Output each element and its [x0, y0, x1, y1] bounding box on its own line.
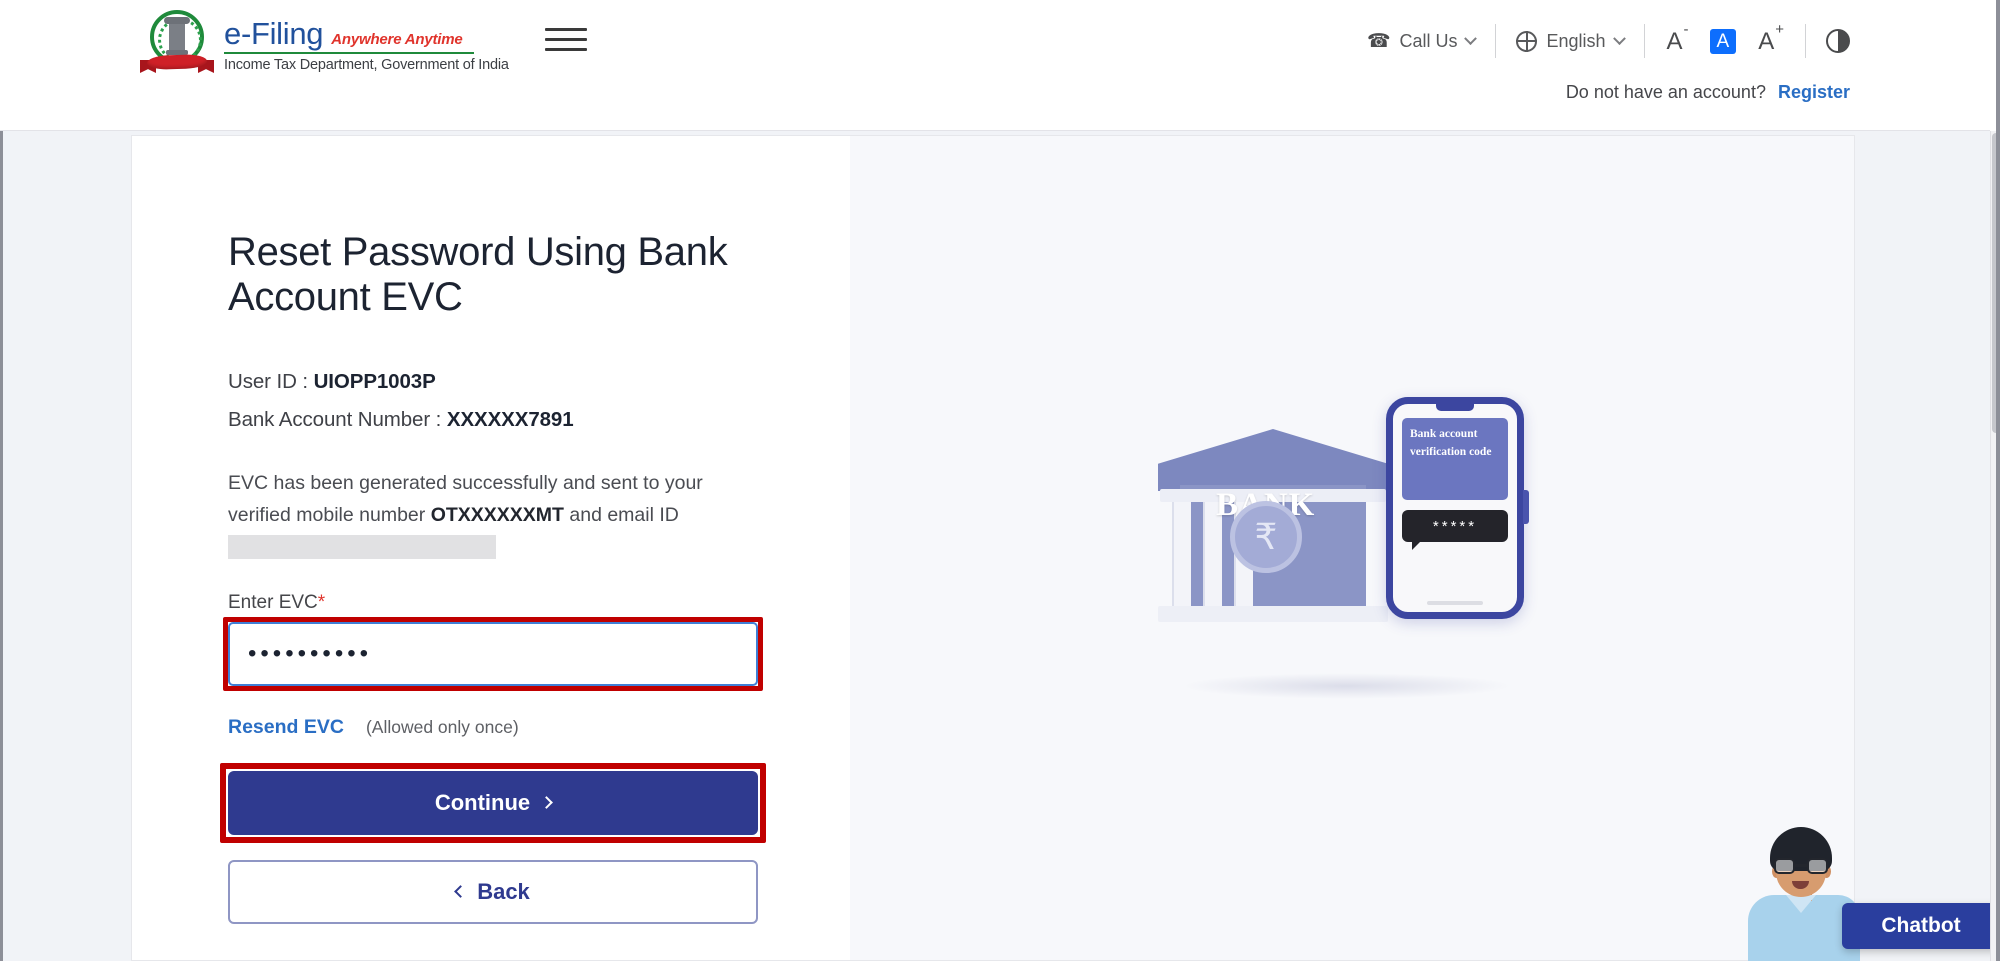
evc-input[interactable]: [228, 621, 758, 686]
user-id-label: User ID :: [228, 370, 308, 394]
font-increase-button[interactable]: A+: [1758, 22, 1784, 54]
header-secondary-row: Do not have an account? Register: [1566, 82, 1850, 103]
account-prompt-text: Do not have an account?: [1565, 82, 1766, 102]
site-header: e-Filing Anywhere Anytime Income Tax Dep…: [0, 0, 1990, 131]
brand-name: e-Filing: [224, 15, 324, 51]
window-left-edge: [0, 131, 3, 961]
evc-sent-message: EVC has been generated successfully and …: [228, 468, 758, 559]
content-card: Reset Password Using Bank Account EVC Us…: [131, 135, 1855, 961]
chevron-left-icon: [454, 884, 468, 898]
hamburger-menu-icon[interactable]: [545, 22, 587, 56]
bank-account-row: Bank Account Number : XXXXXX7891: [228, 408, 768, 432]
phone-message-text: Bank account verification code: [1410, 428, 1492, 458]
globe-icon: [1516, 30, 1538, 52]
sms-bubble: *****: [1402, 510, 1508, 550]
chatbot-widget[interactable]: Chatbot: [1740, 815, 2000, 961]
department-name: Income Tax Department, Government of Ind…: [224, 56, 509, 73]
redacted-email-block: [228, 534, 496, 559]
illustration-pane: BANK ₹ Bank account verification code **…: [850, 136, 1854, 960]
header-utilities: ☎ Call Us English A- A A+: [1347, 18, 1850, 64]
site-logo[interactable]: e-Filing Anywhere Anytime Income Tax Dep…: [140, 8, 509, 80]
bank-evc-illustration: BANK ₹ Bank account verification code **…: [1142, 383, 1562, 713]
chevron-right-icon: [540, 795, 554, 809]
rupee-coin-icon: ₹: [1230, 501, 1302, 573]
bank-account-value: XXXXXX7891: [446, 408, 574, 432]
chevron-down-icon: [1612, 31, 1626, 45]
page-body: Reset Password Using Bank Account EVC Us…: [0, 131, 1990, 961]
continue-button-wrapper: Continue: [220, 762, 766, 843]
illustration-shadow: [1182, 673, 1512, 699]
evc-input-wrapper: [223, 616, 763, 691]
smartphone-icon: Bank account verification code *****: [1386, 397, 1529, 619]
header-primary-row: e-Filing Anywhere Anytime Income Tax Dep…: [0, 0, 1990, 88]
message-text-part2: and email ID: [563, 503, 679, 526]
user-id-row: User ID : UIOPP1003P: [228, 370, 768, 394]
user-id-value: UIOPP1003P: [313, 370, 436, 394]
required-asterisk: *: [317, 591, 326, 613]
logo-text: e-Filing Anywhere Anytime Income Tax Dep…: [224, 16, 509, 73]
phone-screen: Bank account verification code: [1402, 418, 1508, 500]
chevron-down-icon: [1464, 31, 1478, 45]
resend-evc-link[interactable]: Resend EVC: [228, 716, 344, 739]
back-button[interactable]: Back: [228, 859, 758, 924]
phone-icon: ☎: [1366, 30, 1391, 52]
window-right-edge: [1996, 0, 2000, 961]
font-decrease-button[interactable]: A-: [1667, 22, 1689, 54]
chatbot-button[interactable]: Chatbot: [1842, 903, 2000, 949]
language-label: English: [1546, 30, 1606, 51]
resend-row: Resend EVC (Allowed only once): [228, 716, 768, 739]
call-us-label: Call Us: [1399, 30, 1458, 51]
call-us-dropdown[interactable]: ☎ Call Us: [1347, 30, 1496, 53]
language-dropdown[interactable]: English: [1496, 30, 1643, 52]
font-normal-button[interactable]: A: [1709, 28, 1737, 54]
evc-field-label: Enter EVC*: [228, 591, 326, 613]
contrast-toggle[interactable]: [1806, 29, 1850, 53]
resend-note: (Allowed only once): [365, 716, 519, 737]
brand-tagline: Anywhere Anytime: [331, 30, 463, 48]
font-size-controls: A- A A+: [1645, 22, 1805, 54]
page-root: e-Filing Anywhere Anytime Income Tax Dep…: [0, 0, 2000, 961]
continue-button-label: Continue: [434, 789, 531, 815]
bank-account-label: Bank Account Number :: [228, 408, 442, 432]
logo-divider: [224, 51, 474, 54]
page-title: Reset Password Using Bank Account EVC: [228, 230, 728, 320]
form-pane: Reset Password Using Bank Account EVC Us…: [132, 136, 850, 960]
national-emblem-icon: [140, 8, 214, 80]
masked-mobile-number: OTXXXXXXMT: [430, 503, 564, 526]
contrast-icon: [1826, 29, 1850, 53]
register-link[interactable]: Register: [1778, 82, 1850, 103]
back-button-label: Back: [477, 878, 530, 904]
continue-button[interactable]: Continue: [228, 770, 758, 835]
reset-password-form: Reset Password Using Bank Account EVC Us…: [220, 230, 768, 924]
